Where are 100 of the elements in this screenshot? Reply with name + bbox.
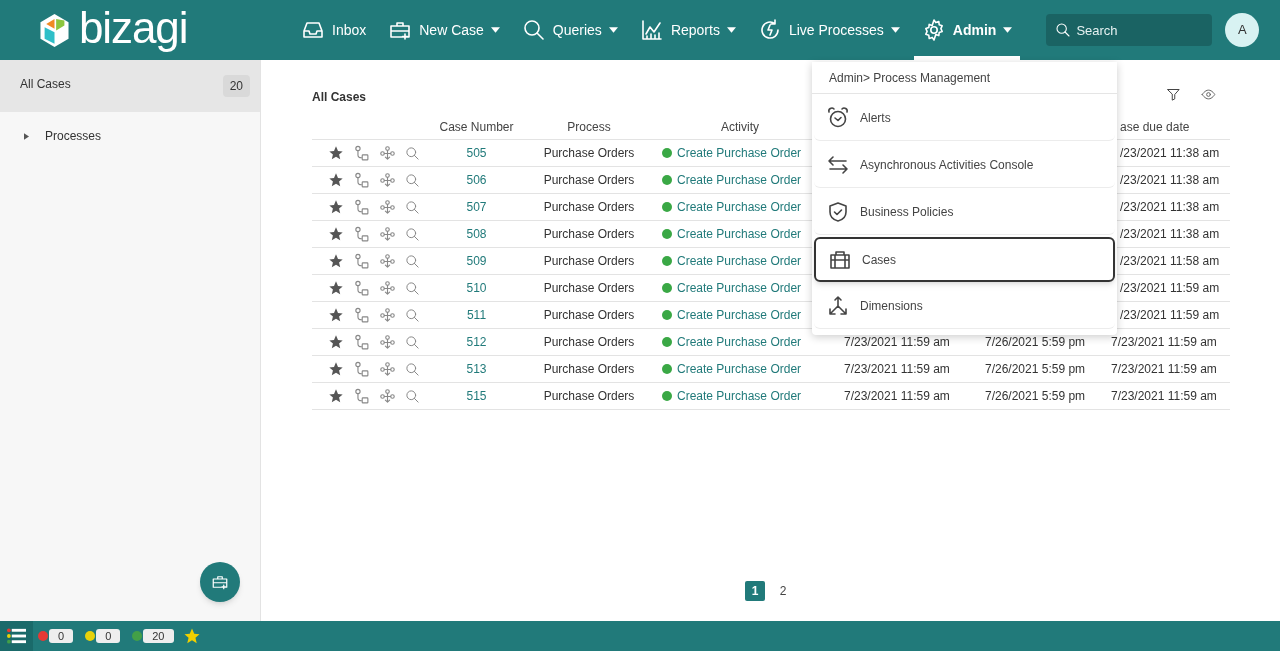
star-icon[interactable] (328, 145, 344, 161)
workflow-icon[interactable] (353, 387, 370, 405)
star-icon[interactable] (328, 226, 344, 242)
search-icon[interactable] (405, 145, 420, 161)
star-icon[interactable] (328, 280, 344, 296)
diagram-icon[interactable] (379, 279, 396, 297)
diagram-icon[interactable] (379, 225, 396, 243)
case-number-link[interactable]: 515 (435, 387, 518, 405)
new-case-button[interactable] (200, 562, 240, 602)
case-number-link[interactable]: 507 (435, 198, 518, 216)
search-icon[interactable] (405, 388, 420, 404)
column-header[interactable]: Process (518, 117, 660, 136)
workflow-icon[interactable] (353, 225, 370, 243)
diagram-icon[interactable] (379, 198, 396, 216)
page-button[interactable]: 1 (745, 581, 765, 601)
workflow-icon[interactable] (353, 279, 370, 297)
case-number-link[interactable]: 506 (435, 171, 518, 189)
diagram-icon[interactable] (379, 252, 396, 270)
page-button[interactable]: 2 (773, 581, 793, 601)
star-icon[interactable] (328, 199, 344, 215)
diagram-icon[interactable] (379, 333, 396, 351)
diagram-icon[interactable] (379, 360, 396, 378)
search-icon[interactable] (405, 280, 420, 296)
activity-link[interactable]: Create Purchase Order (677, 198, 802, 216)
activity-link[interactable]: Create Purchase Order (677, 279, 802, 297)
star-icon[interactable] (328, 361, 344, 377)
status-dot-icon (662, 202, 672, 212)
menu-item[interactable]: Asynchronous Activities Console (814, 143, 1115, 188)
nav-menu-item[interactable]: New Case (380, 0, 508, 60)
activity-link[interactable]: Create Purchase Order (677, 387, 802, 405)
menu-breadcrumb: Admin> Process Management (812, 62, 1117, 94)
activity-link[interactable]: Create Purchase Order (677, 144, 802, 162)
user-avatar[interactable]: A (1225, 13, 1260, 47)
star-icon[interactable] (328, 253, 344, 269)
diagram-icon[interactable] (379, 144, 396, 162)
workflow-icon[interactable] (353, 144, 370, 162)
table-cell-text: /23/2021 11:38 am (1119, 226, 1221, 243)
table-row[interactable]: 513 Purchase Orders Create Purchase Order 7/23/2021 11:59 am 7/26/2021 5:59 pm 7/23/2021 11:59 am (312, 356, 1230, 383)
case-number-link[interactable]: 511 (435, 306, 518, 324)
count-badge[interactable]: 20 (143, 629, 174, 643)
activity-link[interactable]: Create Purchase Order (677, 333, 802, 351)
table-row[interactable]: 515 Purchase Orders Create Purchase Order 7/23/2021 11:59 am 7/26/2021 5:59 pm 7/23/2021 11:59 am (312, 383, 1230, 410)
case-number-link[interactable]: 505 (435, 144, 518, 162)
search-icon[interactable] (405, 253, 420, 269)
table-cell-text: Purchase Orders (542, 361, 636, 378)
table-cell-text: 7/26/2021 5:59 pm (984, 361, 1087, 378)
task-list-icon[interactable] (7, 628, 26, 644)
case-number-link[interactable]: 513 (435, 360, 518, 378)
nav-menu-item[interactable]: Reports (631, 0, 744, 60)
search-field[interactable]: Search (1046, 14, 1213, 46)
star-icon[interactable] (328, 334, 344, 350)
diagram-icon[interactable] (379, 171, 396, 189)
search-icon[interactable] (405, 307, 420, 323)
table-cell-text: /23/2021 11:59 am (1119, 280, 1221, 297)
column-header[interactable]: Case Number (435, 117, 518, 136)
count-badge[interactable]: 0 (49, 629, 74, 643)
search-icon[interactable] (405, 334, 420, 350)
eye-icon[interactable] (1201, 86, 1216, 102)
star-icon[interactable] (328, 172, 344, 188)
star-icon[interactable] (328, 307, 344, 323)
star-icon[interactable] (328, 388, 344, 404)
case-number-link[interactable]: 509 (435, 252, 518, 270)
filter-icon[interactable] (1166, 86, 1181, 102)
case-number-link[interactable]: 508 (435, 225, 518, 243)
activity-link[interactable]: Create Purchase Order (677, 225, 802, 243)
count-badge[interactable]: 0 (96, 629, 121, 643)
menu-item[interactable]: Dimensions (814, 284, 1115, 329)
menu-item[interactable]: Cases (814, 237, 1115, 282)
activity-link[interactable]: Create Purchase Order (677, 360, 802, 378)
workflow-icon[interactable] (353, 171, 370, 189)
nav-menu-item[interactable]: Queries (513, 0, 626, 60)
search-icon[interactable] (405, 199, 420, 215)
activity-link[interactable]: Create Purchase Order (677, 306, 802, 324)
nav-menu-item[interactable]: Live Processes (749, 0, 908, 60)
alarm-clock-icon (826, 106, 850, 130)
search-icon[interactable] (405, 172, 420, 188)
table-cell-text: 7/23/2021 11:59 am (843, 388, 951, 405)
sidebar-item[interactable]: All Cases 20 (0, 60, 260, 112)
status-dot-icon (662, 364, 672, 374)
nav-menu-item[interactable]: Inbox (293, 0, 375, 60)
workflow-icon[interactable] (353, 198, 370, 216)
workflow-icon[interactable] (353, 360, 370, 378)
star-icon[interactable] (182, 627, 201, 645)
case-number-link[interactable]: 510 (435, 279, 518, 297)
table-cell-text: /23/2021 11:38 am (1119, 199, 1221, 216)
diagram-icon[interactable] (379, 306, 396, 324)
activity-link[interactable]: Create Purchase Order (677, 252, 802, 270)
workflow-icon[interactable] (353, 333, 370, 351)
workflow-icon[interactable] (353, 252, 370, 270)
case-number-link[interactable]: 512 (435, 333, 518, 351)
workflow-icon[interactable] (353, 306, 370, 324)
search-icon[interactable] (405, 361, 420, 377)
menu-item[interactable]: Business Policies (814, 190, 1115, 235)
menu-item[interactable]: Alerts (814, 96, 1115, 141)
diagram-icon[interactable] (379, 387, 396, 405)
activity-link[interactable]: Create Purchase Order (677, 171, 802, 189)
caret-icon (890, 27, 900, 33)
table-cell-text: Purchase Orders (542, 172, 636, 189)
caret-icon (726, 27, 736, 33)
search-icon[interactable] (405, 226, 420, 242)
